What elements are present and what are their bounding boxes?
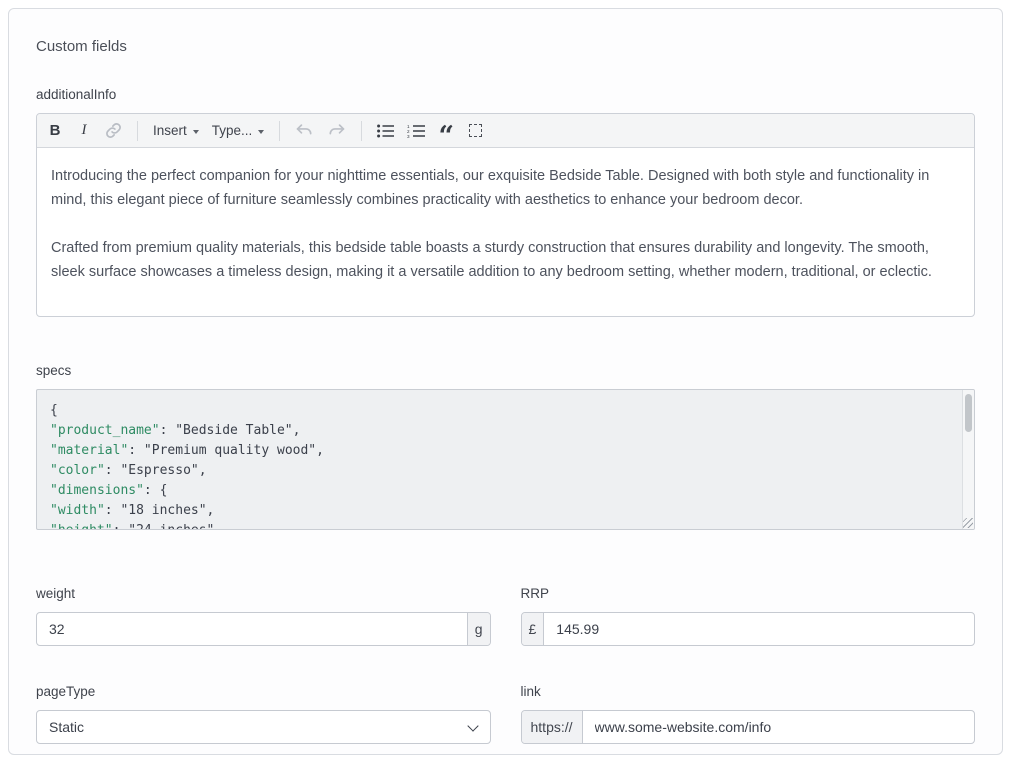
caret-down-icon [258,130,264,134]
toolbar-divider [361,121,362,141]
code-line: "color": "Espresso", [50,461,950,481]
link-input-group: https:// [521,710,976,744]
code-line: "dimensions": { [50,481,950,501]
blockquote-icon: “ [439,132,455,142]
rich-text-paragraph: Crafted from premium quality materials, … [51,236,960,284]
bold-button[interactable]: B [47,119,63,143]
specs-label: specs [36,363,975,378]
rich-text-editor: B I Insert Type... [36,113,975,317]
rrp-field: RRP £ [521,586,976,646]
dashed-box-button[interactable] [467,119,483,143]
link-input[interactable] [583,711,974,743]
bullet-list-icon [377,124,394,138]
toolbar-divider [137,121,138,141]
undo-button[interactable] [295,119,314,143]
code-line: { [50,401,950,421]
custom-fields-card: Custom fields additionalInfo B I Insert … [8,8,1003,755]
rrp-input-group: £ [521,612,976,646]
specs-field: specs { "product_name": "Bedside Table",… [36,363,975,530]
rrp-label: RRP [521,586,976,601]
vertical-scrollbar[interactable] [962,390,974,529]
rich-text-paragraph: Introducing the perfect companion for yo… [51,164,960,212]
link-label: link [521,684,976,699]
code-line: "product_name": "Bedside Table", [50,421,950,441]
code-line: "width": "18 inches", [50,501,950,521]
resize-handle-icon[interactable] [963,518,973,528]
weight-unit-addon: g [467,613,490,645]
currency-addon: £ [522,613,545,645]
code-line: "material": "Premium quality wood", [50,441,950,461]
dashed-box-icon [469,124,482,137]
redo-icon [327,122,346,139]
rrp-input[interactable] [544,613,974,645]
type-dropdown-label: Type... [212,123,253,138]
insert-dropdown[interactable]: Insert [153,123,199,138]
insert-dropdown-label: Insert [153,123,187,138]
bullet-list-button[interactable] [377,119,394,143]
caret-down-icon [193,130,199,134]
link-button[interactable] [105,119,122,143]
numbered-list-button[interactable]: 1 2 3 [407,119,425,143]
type-dropdown[interactable]: Type... [212,123,265,138]
link-field: link https:// [521,684,976,744]
blockquote-button[interactable]: “ [438,119,454,143]
numbered-list-icon: 1 2 3 [407,124,425,138]
protocol-addon: https:// [522,711,583,743]
pagetype-field: pageType Static [36,684,491,744]
weight-label: weight [36,586,491,601]
weight-field: weight g [36,586,491,646]
specs-code-editor[interactable]: { "product_name": "Bedside Table", "mate… [36,389,975,530]
italic-button[interactable]: I [76,119,92,143]
section-title: Custom fields [36,38,975,55]
pagetype-select[interactable]: Static [36,710,491,744]
rte-toolbar: B I Insert Type... [37,114,974,148]
scrollbar-thumb[interactable] [965,394,972,432]
additionalinfo-label: additionalInfo [36,87,975,102]
redo-button[interactable] [327,119,346,143]
code-line: "height": "24 inches", [50,521,950,530]
weight-input[interactable] [37,613,467,645]
svg-text:3: 3 [407,134,410,138]
pagetype-label: pageType [36,684,491,699]
weight-input-group: g [36,612,491,646]
link-icon [105,122,122,139]
specs-code-content: { "product_name": "Bedside Table", "mate… [50,401,950,530]
undo-icon [295,122,314,139]
rich-text-content[interactable]: Introducing the perfect companion for yo… [37,148,974,316]
toolbar-divider [279,121,280,141]
